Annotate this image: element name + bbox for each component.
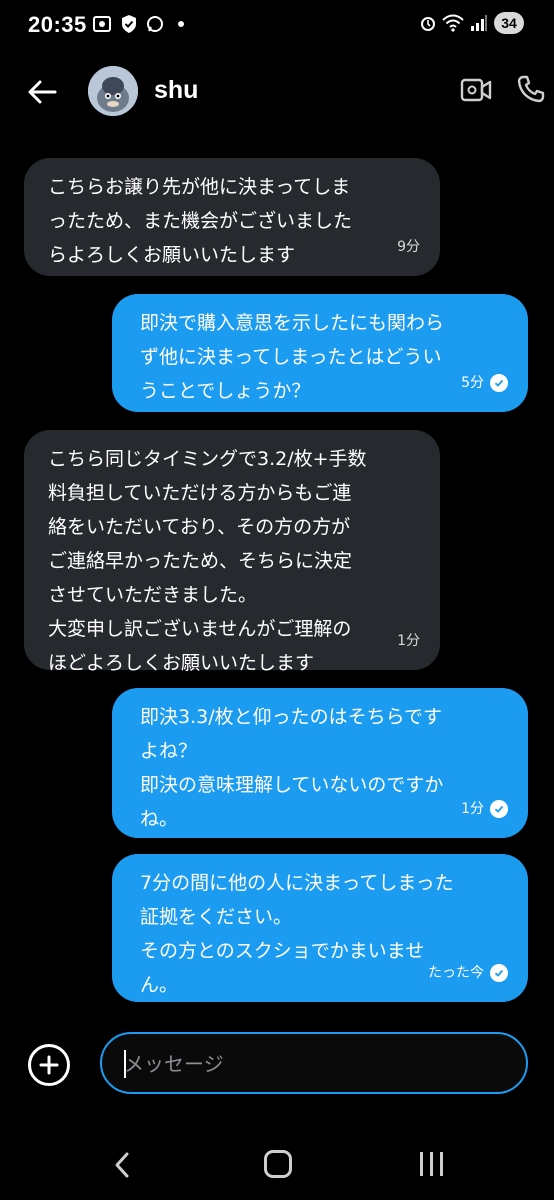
message-text: 即決3.3/枚と仰ったのはそちらです よね？ 即決の意味理解していないのですか … <box>140 706 444 830</box>
message-time: 1分 <box>461 801 484 817</box>
message-time: たった今 <box>428 965 484 981</box>
system-navigation-bar <box>0 1130 554 1200</box>
back-button[interactable] <box>24 74 60 110</box>
message-bubble[interactable]: 即決で購入意思を示したにも関わら ず他に決まってしまったとはどうい うことでしょ… <box>112 294 528 412</box>
status-bar: 20:35 34 <box>0 0 554 50</box>
chat-header: shu <box>0 56 554 126</box>
notification-dot-icon <box>178 21 184 27</box>
avatar-image <box>88 66 138 116</box>
nav-home-icon[interactable] <box>264 1150 292 1178</box>
shield-check-icon <box>122 15 136 33</box>
arrow-left-icon <box>28 80 57 104</box>
message-text: 即決で購入意思を示したにも関わら ず他に決まってしまったとはどうい うことでしょ… <box>140 312 445 402</box>
nav-back-icon[interactable] <box>112 1150 132 1180</box>
avatar[interactable] <box>88 66 138 116</box>
signal-icon <box>471 15 487 31</box>
screenshot-icon <box>93 16 111 32</box>
read-check-icon <box>490 800 508 818</box>
message-bubble[interactable]: こちらお譲り先が他に決まってしま ったため、また機会がございました らよろしくお… <box>24 158 440 276</box>
alarm-icon <box>421 17 435 31</box>
message-bubble[interactable]: 7分の間に他の人に決まってしまった 証拠をください。 その方とのスクショでかまい… <box>112 854 528 1002</box>
wifi-icon <box>442 14 464 32</box>
nav-recent-apps-icon[interactable] <box>420 1152 443 1176</box>
message-text: こちら同じタイミングで3.2/枚+手数 料負担していただける方からもご連 絡をい… <box>48 448 367 674</box>
message-input[interactable] <box>124 1048 504 1080</box>
message-time: 5分 <box>461 375 484 391</box>
video-camera-icon <box>460 78 492 102</box>
message-composer <box>0 1032 554 1096</box>
contact-name[interactable]: shu <box>154 76 198 105</box>
phone-icon <box>517 75 545 103</box>
status-time: 20:35 <box>28 12 87 37</box>
message-time: 9分 <box>397 239 420 255</box>
battery-indicator: 34 <box>494 12 524 34</box>
read-check-icon <box>490 964 508 982</box>
plus-icon <box>39 1055 59 1075</box>
message-time: 1分 <box>397 633 420 649</box>
attach-button[interactable] <box>28 1044 70 1086</box>
message-text: こちらお譲り先が他に決まってしま ったため、また機会がございました らよろしくお… <box>48 176 353 266</box>
chat-bubble-icon <box>147 16 163 32</box>
video-call-button[interactable] <box>460 76 492 108</box>
message-bubble[interactable]: こちら同じタイミングで3.2/枚+手数 料負担していただける方からもご連 絡をい… <box>24 430 440 674</box>
voice-call-button[interactable] <box>516 74 546 108</box>
message-bubble[interactable]: 即決3.3/枚と仰ったのはそちらです よね？ 即決の意味理解していないのですか … <box>112 688 528 838</box>
message-input-container[interactable] <box>100 1032 528 1094</box>
read-check-icon <box>490 374 508 392</box>
